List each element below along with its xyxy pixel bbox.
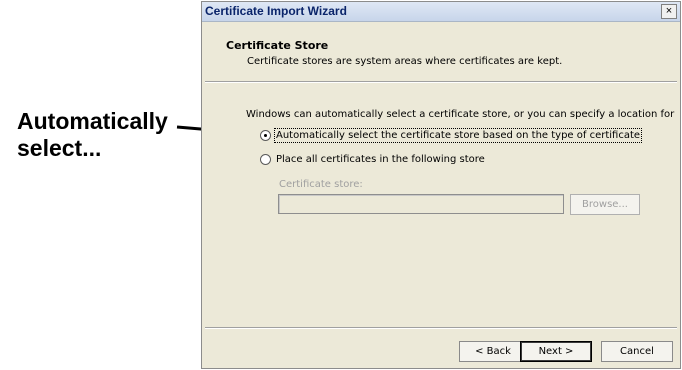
auto-select-radio[interactable] [260,130,271,141]
place-in-store-radio[interactable] [260,154,271,165]
back-button[interactable]: < Back [459,341,527,362]
title-bar[interactable]: Certificate Import Wizard × [202,2,680,22]
place-in-store-label[interactable]: Place all certificates in the following … [276,154,485,165]
browse-button[interactable]: Browse... [570,194,640,215]
page-description: Certificate stores are system areas wher… [247,56,563,67]
page-title: Certificate Store [226,39,329,52]
header-divider [205,81,677,83]
option-place-in-store[interactable]: Place all certificates in the following … [260,154,485,165]
auto-select-label[interactable]: Automatically select the certificate sto… [273,128,643,143]
cancel-button[interactable]: Cancel [601,341,673,362]
wizard-header: Certificate Store Certificate stores are… [202,22,680,79]
footer-divider [205,327,677,329]
certificate-store-label: Certificate store: [279,179,363,190]
close-icon: × [665,5,673,17]
next-button[interactable]: Next > [520,341,592,362]
intro-text: Windows can automatically select a certi… [246,109,675,120]
window-title: Certificate Import Wizard [205,4,347,18]
option-auto-select[interactable]: Automatically select the certificate sto… [260,128,643,143]
certificate-import-wizard-dialog: Certificate Import Wizard × Certificate … [201,1,681,369]
certificate-store-field [278,194,564,214]
close-button[interactable]: × [661,4,677,19]
